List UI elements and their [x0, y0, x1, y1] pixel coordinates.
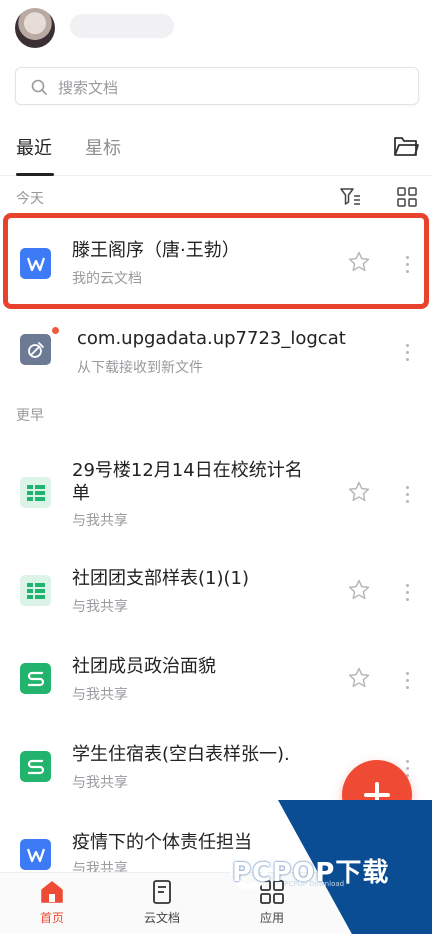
tab-recent[interactable]: 最近: [16, 134, 52, 160]
file-row[interactable]: 29号楼12月14日在校统计名 单 与我共享: [0, 450, 432, 540]
section-earlier: 更早: [16, 408, 44, 424]
tab-bar: 最近 星标: [0, 124, 432, 176]
more-icon[interactable]: [402, 582, 412, 602]
home-icon: [41, 881, 63, 903]
search-placeholder: 搜索文档: [58, 79, 119, 97]
file-title: 疫情下的个体责任担当: [72, 832, 252, 853]
search-icon: [31, 79, 47, 95]
section-today: 今天: [16, 191, 44, 207]
sheet-doc-icon: [20, 477, 51, 508]
sheet-doc-icon: [20, 575, 51, 606]
file-subtitle: 与我共享: [72, 775, 128, 791]
more-icon[interactable]: [402, 342, 412, 362]
cloud-doc-icon: [153, 880, 171, 904]
star-icon[interactable]: [347, 578, 371, 602]
file-title-line2: 单: [72, 483, 90, 504]
star-icon[interactable]: [347, 480, 371, 504]
file-row[interactable]: 社团团支部样表(1)(1) 与我共享: [0, 548, 432, 632]
file-subtitle: 与我共享: [72, 513, 128, 529]
file-row[interactable]: 社团成员政治面貌 与我共享: [0, 636, 432, 720]
sheet-s-icon: [20, 751, 51, 782]
nav-home-label: 首页: [39, 911, 64, 925]
watermark-subtext: PCPOP Download: [284, 880, 345, 888]
username-placeholder: [70, 14, 174, 38]
file-title: 学生住宿表(空白表样张一).: [72, 744, 290, 765]
nav-cloud-doc-label: 云文档: [143, 911, 180, 925]
file-subtitle: 从下载接收到新文件: [77, 360, 203, 376]
more-icon[interactable]: [402, 484, 412, 504]
star-icon[interactable]: [347, 666, 371, 690]
filter-icon[interactable]: [339, 186, 361, 208]
file-title-line1: 29号楼12月14日在校统计名: [72, 460, 303, 481]
nav-cloud-doc[interactable]: 云文档: [122, 879, 202, 926]
sheet-s-icon: [20, 663, 51, 694]
tab-starred[interactable]: 星标: [85, 134, 121, 160]
file-row[interactable]: com.upgadata.up7723_logcat 从下载接收到新文件: [0, 312, 432, 392]
header: [0, 0, 432, 60]
file-subtitle: 与我共享: [72, 687, 128, 703]
highlight-box: [3, 213, 429, 309]
word-doc-icon: [20, 839, 51, 870]
grid-view-icon[interactable]: [397, 187, 417, 207]
file-title: com.upgadata.up7723_logcat: [77, 328, 346, 349]
unknown-file-icon: [20, 334, 51, 365]
tab-active-indicator: [16, 173, 54, 176]
new-badge: [52, 327, 59, 334]
file-title: 社团团支部样表(1)(1): [72, 568, 249, 589]
search-input[interactable]: 搜索文档: [15, 67, 419, 105]
nav-home[interactable]: 首页: [12, 879, 92, 926]
avatar[interactable]: [15, 8, 55, 48]
file-subtitle: 与我共享: [72, 599, 128, 615]
file-title: 社团成员政治面貌: [72, 656, 216, 677]
more-icon[interactable]: [402, 670, 412, 690]
folder-icon[interactable]: [393, 134, 419, 158]
